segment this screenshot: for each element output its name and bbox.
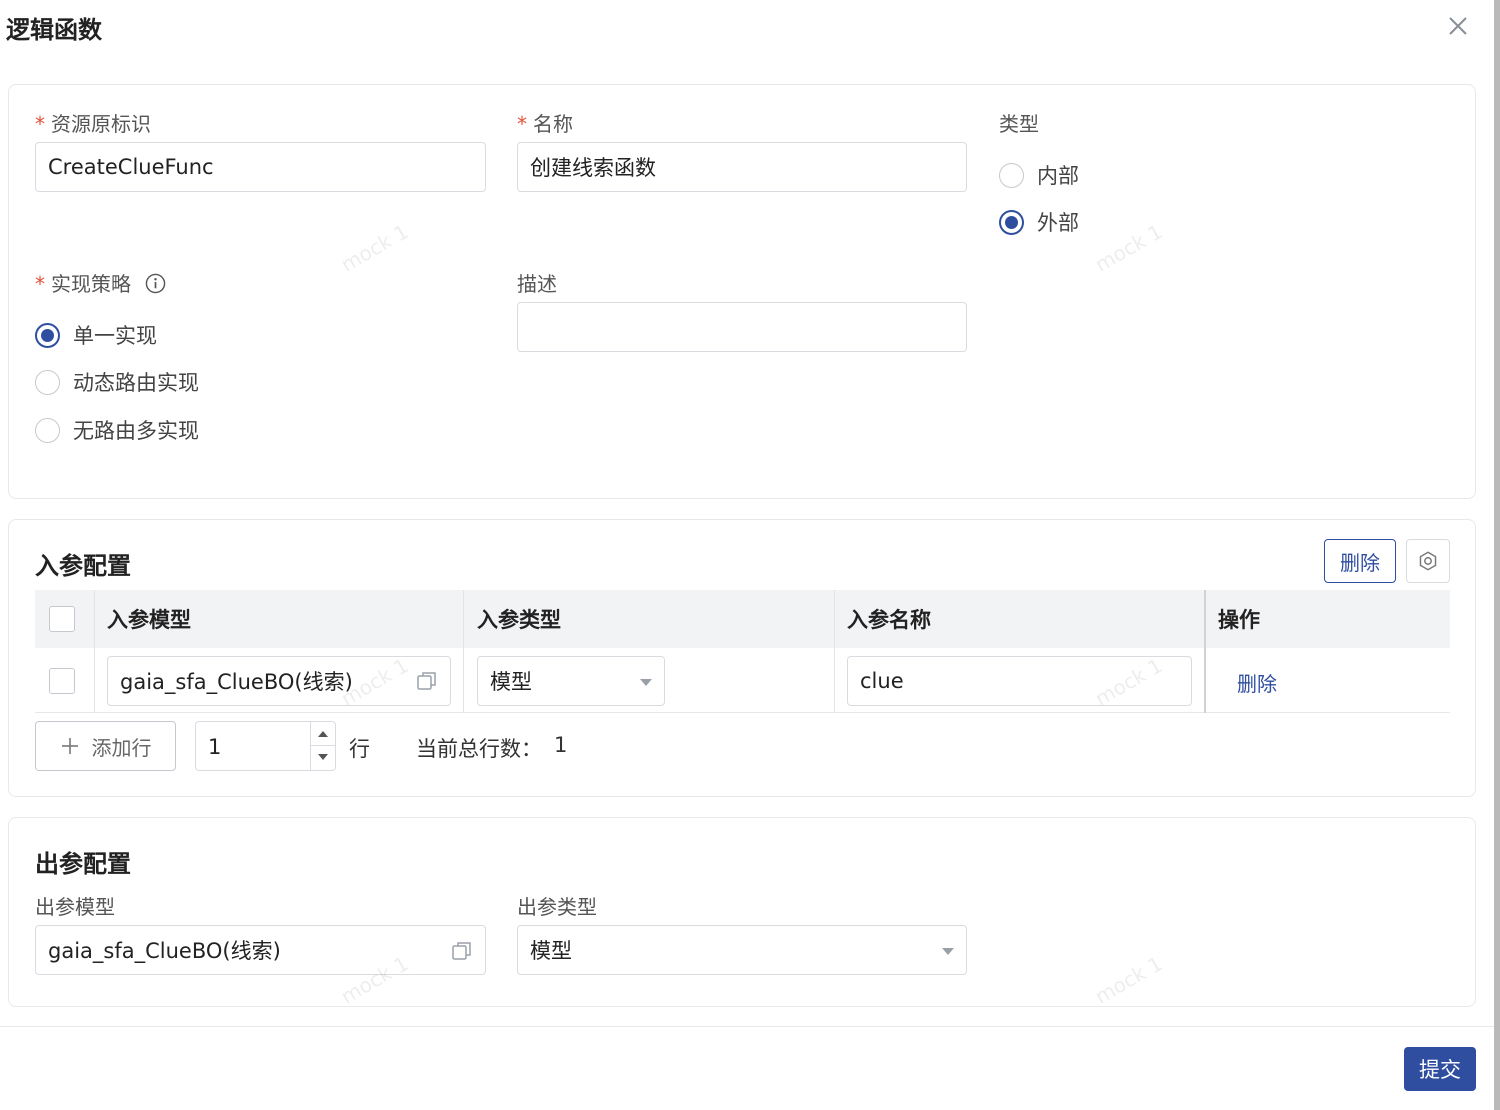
resource-id-label: * 资源原标识 — [35, 112, 151, 136]
row-checkbox[interactable] — [49, 668, 75, 694]
column-header-model: 入参模型 — [107, 608, 191, 632]
output-model-label: 出参模型 — [35, 895, 115, 919]
type-radio-external[interactable]: 外部 — [999, 207, 1079, 237]
table-settings-button[interactable] — [1406, 539, 1450, 583]
column-header-type: 入参类型 — [477, 608, 561, 632]
stepper-value[interactable]: 1 — [208, 722, 221, 772]
output-type-select[interactable]: 模型 — [517, 925, 967, 975]
row-type-select[interactable]: 模型 — [477, 656, 665, 706]
column-divider — [463, 590, 464, 648]
chevron-down-icon — [640, 679, 652, 686]
copy-icon[interactable] — [451, 940, 473, 962]
window-edge — [1494, 0, 1500, 1110]
chevron-down-icon — [942, 948, 954, 955]
stepper-decrement[interactable] — [311, 746, 336, 770]
description-input[interactable] — [517, 302, 967, 352]
row-unit-label: 行 — [349, 737, 370, 761]
strategy-radio-multi[interactable]: 无路由多实现 — [35, 415, 199, 445]
strategy-radio-dynamic[interactable]: 动态路由实现 — [35, 367, 199, 397]
copy-icon[interactable] — [416, 670, 438, 692]
close-icon — [1449, 17, 1467, 35]
caret-down-icon — [318, 754, 328, 760]
radio-circle — [35, 369, 60, 395]
caret-up-icon — [318, 731, 328, 737]
row-model-input[interactable]: gaia_sfa_ClueBO(线索) — [107, 656, 451, 706]
gear-icon — [1419, 551, 1437, 571]
info-icon[interactable] — [145, 273, 166, 294]
select-all-checkbox[interactable] — [49, 606, 75, 632]
column-header-action: 操作 — [1218, 608, 1260, 632]
output-model-input[interactable]: gaia_sfa_ClueBO(线索) — [35, 925, 486, 975]
column-divider — [463, 648, 464, 713]
stepper-increment[interactable] — [311, 722, 336, 746]
dialog-title: 逻辑函数 — [6, 16, 102, 44]
dialog-header: 逻辑函数 — [0, 0, 1500, 56]
table-row: gaia_sfa_ClueBO(线索) 模型 clue 删除 — [35, 648, 1450, 713]
close-button[interactable] — [1444, 12, 1472, 40]
row-count-stepper[interactable]: 1 — [195, 721, 336, 771]
row-delete-link[interactable]: 删除 — [1237, 668, 1277, 697]
add-row-button[interactable]: 添加行 — [35, 721, 176, 771]
radio-circle — [999, 162, 1024, 188]
plus-icon — [61, 738, 78, 754]
strategy-radio-single[interactable]: 单一实现 — [35, 320, 157, 350]
type-label: 类型 — [999, 112, 1039, 136]
resource-id-input[interactable]: CreateClueFunc — [35, 142, 486, 192]
column-divider — [834, 648, 835, 713]
output-type-label: 出参类型 — [517, 895, 597, 919]
total-rows-value: 1 — [554, 733, 568, 757]
column-divider — [94, 648, 95, 713]
output-config-card — [8, 817, 1476, 1007]
stepper-buttons — [310, 722, 336, 770]
bulk-delete-button[interactable]: 删除 — [1324, 539, 1396, 583]
input-config-title: 入参配置 — [35, 552, 131, 580]
type-radio-internal[interactable]: 内部 — [999, 160, 1079, 190]
footer-divider — [0, 1026, 1494, 1027]
table-header: 入参模型 入参类型 入参名称 操作 — [35, 590, 1450, 648]
radio-circle — [35, 417, 60, 443]
column-header-name: 入参名称 — [847, 608, 931, 632]
column-divider — [1204, 648, 1206, 713]
name-label: * 名称 — [517, 112, 573, 136]
submit-button[interactable]: 提交 — [1404, 1047, 1476, 1091]
description-label: 描述 — [517, 272, 557, 296]
radio-circle-checked — [35, 322, 60, 348]
row-name-input[interactable]: clue — [847, 656, 1192, 706]
strategy-label: * 实现策略 — [35, 268, 166, 297]
radio-circle-checked — [999, 209, 1024, 235]
name-input[interactable]: 创建线索函数 — [517, 142, 967, 192]
output-config-title: 出参配置 — [35, 850, 131, 878]
total-rows-label: 当前总行数： — [416, 737, 542, 761]
